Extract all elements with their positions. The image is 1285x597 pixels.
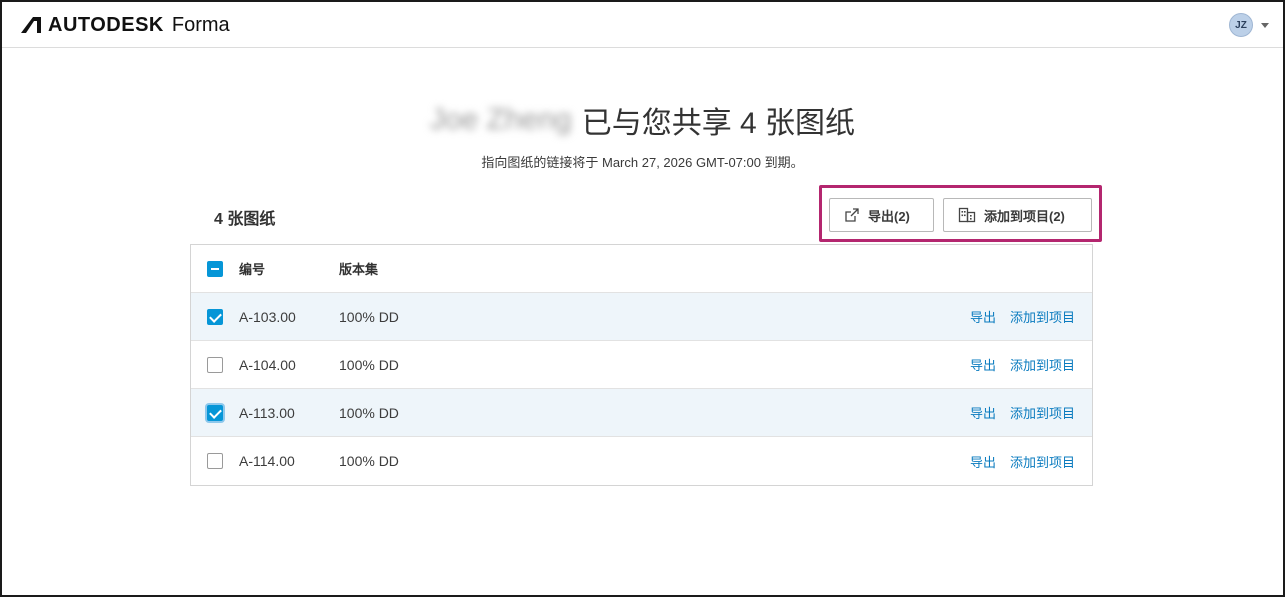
sheet-set: 100% DD	[339, 404, 399, 421]
export-selected-button[interactable]: 导出(2)	[829, 198, 934, 232]
add-selected-to-project-button[interactable]: 添加到项目(2)	[943, 198, 1092, 232]
sheet-set: 100% DD	[339, 356, 399, 373]
sheet-count: 4 张图纸	[214, 211, 276, 228]
product-name: Forma	[171, 13, 230, 36]
row-export-link[interactable]: 导出	[970, 307, 996, 326]
row-add-to-project-link[interactable]: 添加到项目	[1010, 403, 1075, 422]
sheet-number: A-104.00	[239, 356, 296, 373]
row-add-to-project-link[interactable]: 添加到项目	[1010, 452, 1075, 471]
app-window: AUTODESK Forma JZ Joe Zheng 已与您共享 4 张图纸 …	[0, 0, 1285, 597]
column-header-number[interactable]: 编号	[239, 259, 265, 278]
row-checkbox[interactable]	[207, 453, 223, 469]
column-header-set[interactable]: 版本集	[339, 259, 378, 278]
autodesk-forma-logo[interactable]: AUTODESK Forma	[20, 14, 230, 36]
link-expiry-notice: 指向图纸的链接将于 March 27, 2026 GMT-07:00 到期。	[481, 155, 804, 170]
add-selected-to-project-label: 添加到项目(2)	[984, 208, 1065, 224]
export-selected-label: 导出(2)	[868, 208, 910, 224]
row-checkbox[interactable]	[207, 404, 223, 421]
table-header-row: 编号 版本集	[191, 245, 1092, 293]
row-add-to-project-link[interactable]: 添加到项目	[1010, 307, 1075, 326]
table-row[interactable]: A-113.00 100% DD 导出 添加到项目	[191, 389, 1092, 437]
avatar[interactable]: JZ	[1229, 13, 1253, 37]
select-all-checkbox[interactable]	[207, 260, 223, 277]
sheet-number: A-103.00	[239, 308, 296, 325]
row-export-link[interactable]: 导出	[970, 452, 996, 471]
row-checkbox[interactable]	[207, 356, 223, 373]
sharer-name: Joe Zheng	[429, 103, 572, 136]
table-row[interactable]: A-104.00 100% DD 导出 添加到项目	[191, 341, 1092, 389]
user-menu[interactable]: JZ	[1229, 12, 1269, 38]
row-export-link[interactable]: 导出	[970, 403, 996, 422]
share-export-icon	[845, 208, 859, 222]
building-icon	[958, 207, 976, 223]
sheet-set: 100% DD	[339, 308, 399, 325]
row-checkbox[interactable]	[207, 308, 223, 325]
top-navigation-bar: AUTODESK Forma JZ	[2, 2, 1283, 48]
sheet-set: 100% DD	[339, 453, 399, 469]
table-row[interactable]: A-114.00 100% DD 导出 添加到项目	[191, 437, 1092, 485]
brand-name: AUTODESK	[48, 13, 164, 36]
row-add-to-project-link[interactable]: 添加到项目	[1010, 355, 1075, 374]
row-export-link[interactable]: 导出	[970, 355, 996, 374]
caret-down-icon[interactable]	[1261, 22, 1269, 28]
sheet-number: A-113.00	[239, 404, 295, 421]
shared-sheets-heading: 已与您共享 4 张图纸	[581, 107, 856, 140]
autodesk-logo-icon	[21, 17, 41, 33]
page-title: Joe Zheng 已与您共享 4 张图纸	[2, 98, 1283, 142]
sheets-table: 编号 版本集 A-103.00 100% DD 导出 添加到项目 A-104.0…	[190, 244, 1093, 486]
table-row[interactable]: A-103.00 100% DD 导出 添加到项目	[191, 293, 1092, 341]
sheet-number: A-114.00	[239, 453, 295, 469]
